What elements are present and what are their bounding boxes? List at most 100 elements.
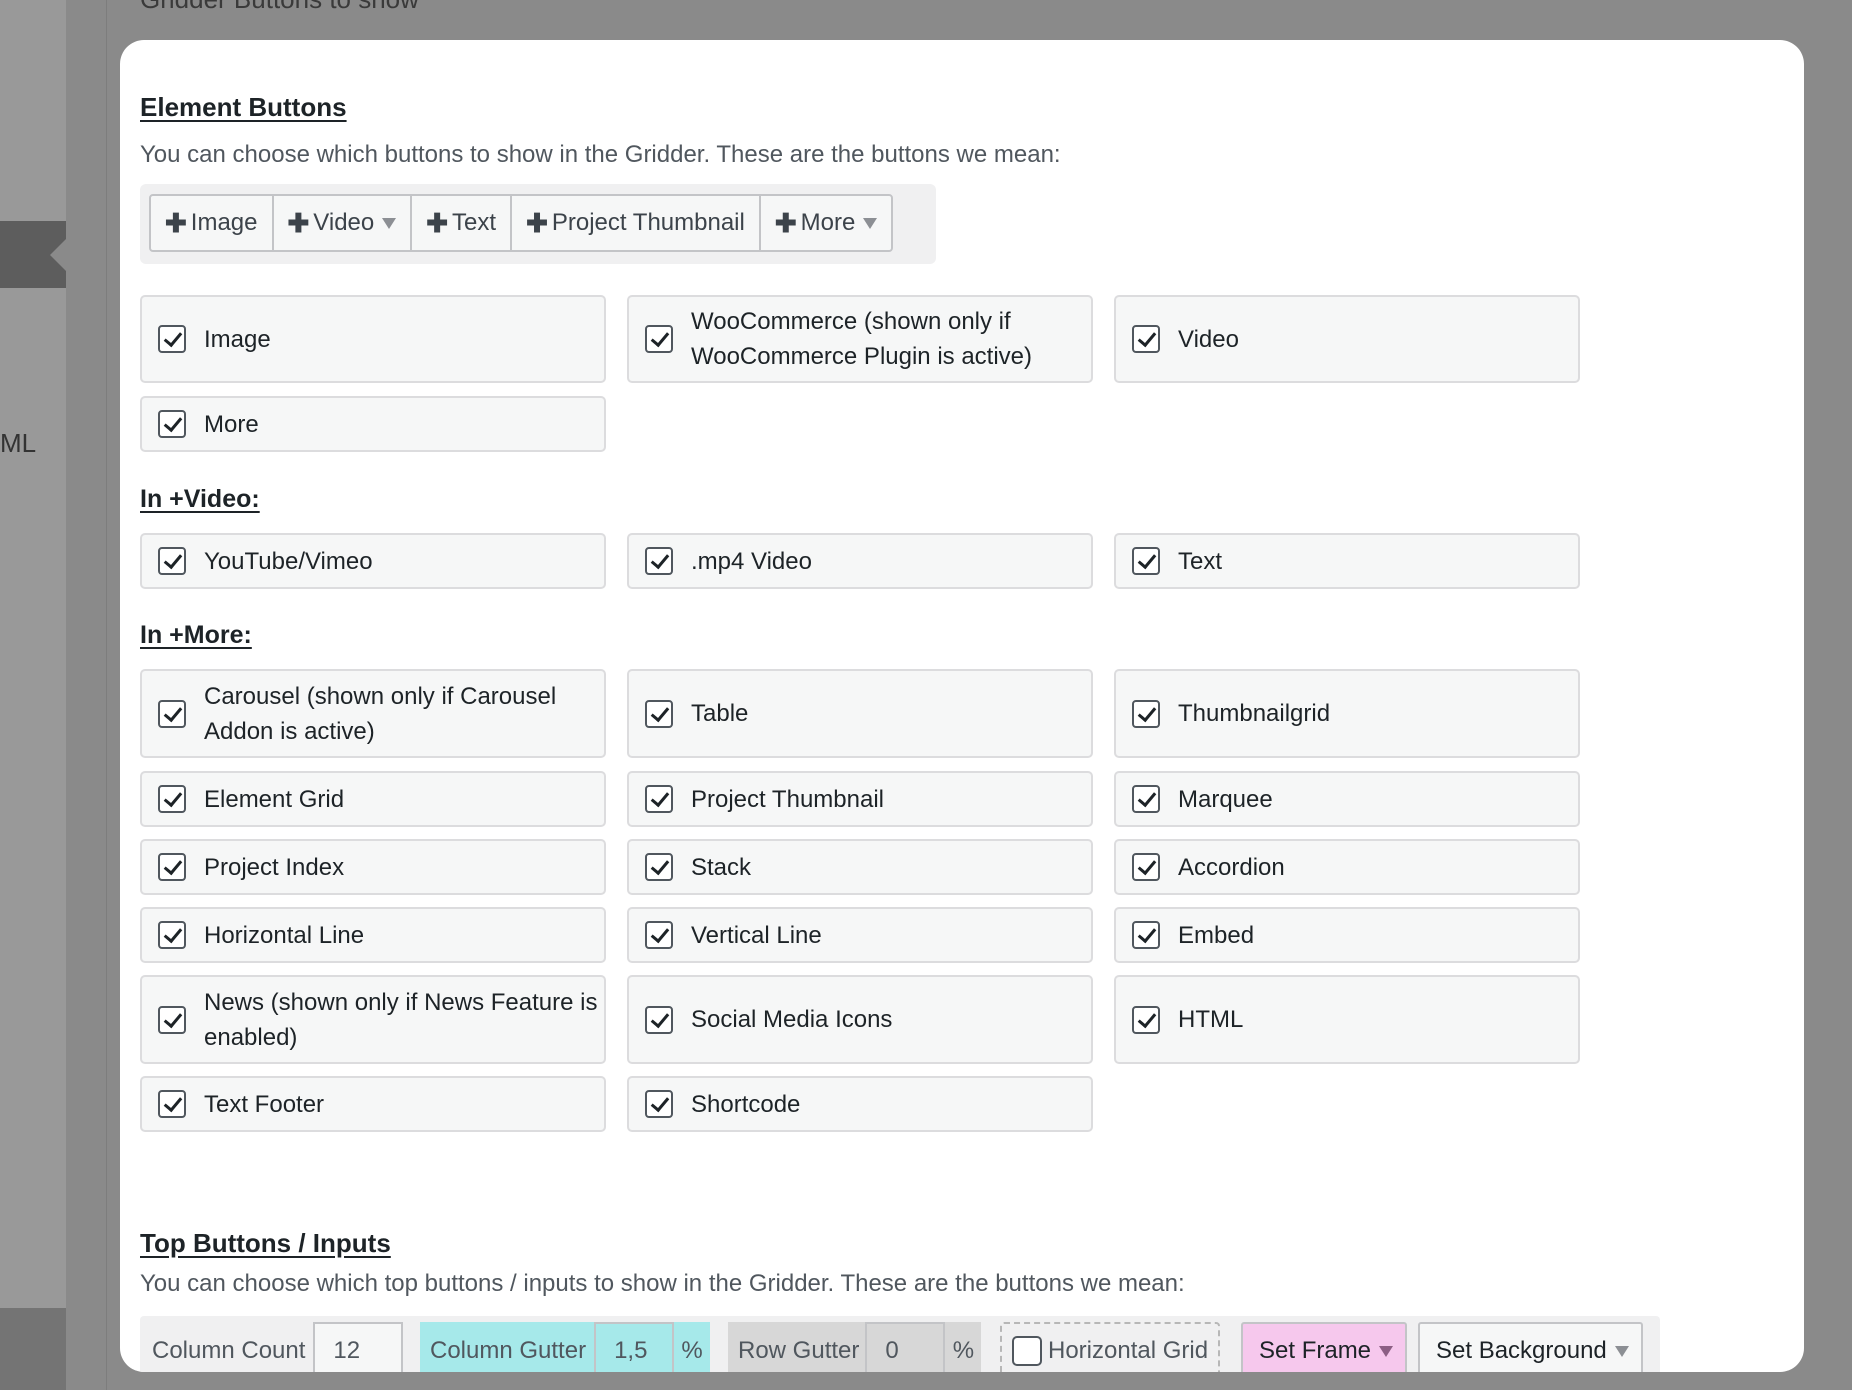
- background-side-text: ML: [0, 428, 37, 458]
- option-vertical-line[interactable]: Vertical Line: [627, 907, 1093, 963]
- option-carousel[interactable]: Carousel (shown only if Carousel Addon i…: [140, 669, 606, 758]
- checkbox[interactable]: [645, 785, 673, 813]
- row-gutter-control: Row Gutter 0 %: [728, 1322, 982, 1372]
- sample-video-button[interactable]: ✚ Video: [274, 196, 413, 250]
- dropdown-triangle-icon: [1614, 1345, 1629, 1357]
- checkbox[interactable]: [645, 1090, 673, 1118]
- horizontal-grid-toggle[interactable]: Horizontal Grid: [1000, 1322, 1221, 1372]
- checkbox[interactable]: [158, 785, 186, 813]
- background-sidebar-footer: [0, 1308, 66, 1390]
- top-buttons-heading: Top Buttons / Inputs: [140, 1228, 391, 1258]
- checkbox[interactable]: [158, 547, 186, 575]
- option-video[interactable]: Video: [1114, 295, 1580, 383]
- option-more[interactable]: More: [140, 396, 606, 452]
- checkbox[interactable]: [158, 699, 186, 728]
- option-label: Thumbnailgrid: [1178, 700, 1331, 727]
- horizontal-grid-checkbox[interactable]: [1012, 1336, 1042, 1366]
- option-label: Marquee: [1178, 785, 1273, 813]
- top-buttons-description: You can choose which top buttons / input…: [140, 1270, 1185, 1297]
- column-gutter-control: Column Gutter 1,5 %: [420, 1322, 711, 1372]
- sample-button-label: Video: [313, 209, 375, 236]
- checkbox[interactable]: [1132, 785, 1160, 813]
- option-html[interactable]: HTML: [1114, 975, 1580, 1064]
- column-count-label: Column Count: [152, 1337, 306, 1364]
- checkbox[interactable]: [1132, 921, 1160, 949]
- set-background-label: Set Background: [1436, 1337, 1607, 1364]
- option-label: More: [204, 410, 259, 438]
- option-youtube-vimeo[interactable]: YouTube/Vimeo: [140, 533, 606, 589]
- set-background-button[interactable]: Set Background: [1418, 1322, 1643, 1372]
- checkbox[interactable]: [645, 325, 673, 353]
- option-woocommerce[interactable]: WooCommerce (shown only if WooCommerce P…: [627, 295, 1093, 383]
- checkbox[interactable]: [1132, 325, 1160, 353]
- option-project-index[interactable]: Project Index: [140, 839, 606, 895]
- option-label: Horizontal Line: [204, 921, 365, 949]
- in-more-heading: In +More:: [140, 621, 252, 649]
- checkbox[interactable]: [645, 699, 673, 728]
- option-label: .mp4 Video: [691, 547, 812, 575]
- option-label: HTML: [1178, 1006, 1244, 1033]
- dropdown-triangle-icon: [863, 217, 878, 229]
- checkbox[interactable]: [645, 853, 673, 881]
- option-social-media-icons[interactable]: Social Media Icons: [627, 975, 1093, 1064]
- checkbox[interactable]: [1132, 547, 1160, 575]
- background-sidebar: [0, 0, 66, 1390]
- option-accordion[interactable]: Accordion: [1114, 839, 1580, 895]
- dropdown-triangle-icon: [1379, 1345, 1394, 1357]
- option-label: Text Footer: [204, 1090, 325, 1118]
- option-label: Social Media Icons: [691, 1006, 893, 1033]
- checkbox[interactable]: [645, 1005, 673, 1034]
- checkbox[interactable]: [645, 547, 673, 575]
- option-label: Table: [691, 700, 749, 727]
- sample-button-label: Text: [452, 209, 497, 236]
- checkbox[interactable]: [158, 921, 186, 949]
- checkbox[interactable]: [158, 325, 186, 353]
- option-stack[interactable]: Stack: [627, 839, 1093, 895]
- checkbox[interactable]: [645, 921, 673, 949]
- option-label: Video: [1178, 325, 1239, 353]
- sample-image-button[interactable]: ✚ Image: [151, 196, 274, 250]
- sample-project-thumbnail-button[interactable]: ✚ Project Thumbnail: [512, 196, 761, 250]
- row-gutter-input[interactable]: 0: [865, 1322, 946, 1372]
- option-shortcode[interactable]: Shortcode: [627, 1076, 1093, 1132]
- checkbox[interactable]: [158, 853, 186, 881]
- checkbox[interactable]: [158, 1090, 186, 1118]
- option-mp4-video[interactable]: .mp4 Video: [627, 533, 1093, 589]
- option-label: Project Thumbnail: [691, 785, 884, 813]
- option-embed[interactable]: Embed: [1114, 907, 1580, 963]
- option-label: Shortcode: [691, 1090, 801, 1118]
- option-label: Element Grid: [204, 785, 345, 813]
- column-count-control: Column Count 12: [152, 1322, 404, 1372]
- option-image[interactable]: Image: [140, 295, 606, 383]
- option-thumbnailgrid[interactable]: Thumbnailgrid: [1114, 669, 1580, 758]
- column-gutter-label: Column Gutter: [430, 1337, 587, 1364]
- element-buttons-heading: Element Buttons: [140, 92, 347, 122]
- option-marquee[interactable]: Marquee: [1114, 771, 1580, 827]
- option-project-thumbnail[interactable]: Project Thumbnail: [627, 771, 1093, 827]
- option-element-grid[interactable]: Element Grid: [140, 771, 606, 827]
- sample-button-group-wrapper: ✚ Image ✚ Video ✚ Text ✚ Project Thumbnail ✚…: [140, 184, 936, 264]
- option-label: News (shown only if News Feature is enab…: [204, 988, 598, 1051]
- column-count-input[interactable]: 12: [313, 1322, 404, 1372]
- option-label: Text: [1178, 547, 1223, 575]
- checkbox[interactable]: [1132, 699, 1160, 728]
- option-label: Stack: [691, 853, 752, 881]
- checkbox[interactable]: [1132, 853, 1160, 881]
- checkbox[interactable]: [158, 410, 186, 438]
- background-submenu: [66, 0, 108, 1390]
- set-frame-button[interactable]: Set Frame: [1241, 1322, 1408, 1372]
- sample-more-button[interactable]: ✚ More: [761, 196, 891, 250]
- option-news[interactable]: News (shown only if News Feature is enab…: [140, 975, 606, 1064]
- option-text-footer[interactable]: Text Footer: [140, 1076, 606, 1132]
- gridder-buttons-modal: Element Buttons You can choose which but…: [120, 40, 1804, 1372]
- sample-text-button[interactable]: ✚ Text: [412, 196, 513, 250]
- column-gutter-input[interactable]: 1,5: [594, 1322, 675, 1372]
- checkbox[interactable]: [158, 1005, 186, 1034]
- plus-icon: ✚: [426, 207, 449, 238]
- option-table[interactable]: Table: [627, 669, 1093, 758]
- option-label: Project Index: [204, 853, 345, 881]
- option-horizontal-line[interactable]: Horizontal Line: [140, 907, 606, 963]
- sample-top-bar: Column Count 12 Column Gutter 1,5 % Row …: [140, 1316, 1660, 1372]
- option-video-text[interactable]: Text: [1114, 533, 1580, 589]
- checkbox[interactable]: [1132, 1005, 1160, 1034]
